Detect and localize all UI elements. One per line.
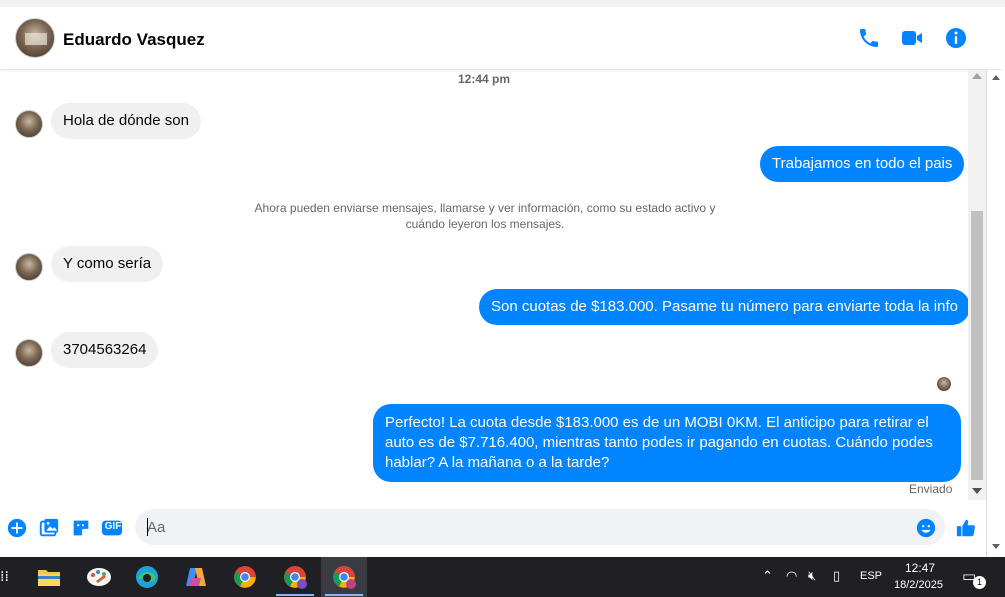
like-icon[interactable] (955, 517, 977, 539)
scroll-down-arrow-icon[interactable] (992, 544, 1000, 549)
delivery-status: Enviado (909, 482, 953, 496)
incoming-message[interactable]: 3704563264 (51, 332, 159, 368)
scroll-up-arrow-icon[interactable] (992, 75, 1000, 80)
system-notice: Ahora pueden enviarse mensajes, llamarse… (254, 201, 716, 231)
edge-icon[interactable] (124, 557, 170, 597)
avatar[interactable] (15, 110, 43, 138)
scroll-thumb[interactable] (971, 211, 983, 480)
message-input[interactable] (135, 509, 945, 545)
chat-scrollbar[interactable] (968, 70, 986, 500)
phone-icon[interactable] (857, 26, 881, 50)
timestamp-separator: 12:44 pm (457, 72, 511, 86)
photo-icon[interactable] (38, 517, 60, 539)
outgoing-message[interactable]: Trabajamos en todo el pais (760, 146, 965, 182)
chrome-icon[interactable] (222, 557, 268, 597)
paint-icon[interactable] (76, 557, 122, 597)
gif-label: GIF (104, 521, 122, 532)
window-top-strip (0, 0, 1005, 7)
outgoing-message[interactable]: Perfecto! La cuota desde $183.000 es de … (373, 404, 961, 482)
clock-time[interactable]: 12:47 (905, 561, 935, 575)
outgoing-message[interactable]: Son cuotas de $183.000. Pasame tu número… (479, 289, 968, 325)
scroll-down-arrow-icon[interactable] (972, 488, 982, 494)
chrome-profile-active-icon[interactable] (321, 557, 367, 597)
text-caret (147, 518, 148, 536)
volume-muted-icon[interactable]: 🔇︎ (808, 569, 816, 584)
incoming-message[interactable]: Y como sería (51, 246, 164, 282)
add-icon[interactable] (6, 517, 28, 539)
scroll-up-arrow-icon[interactable] (972, 73, 982, 79)
notification-badge: 1 (973, 576, 986, 589)
contact-name[interactable]: Eduardo Vasquez (63, 30, 205, 50)
chrome-profile-icon[interactable] (272, 557, 318, 597)
info-icon[interactable] (944, 26, 968, 50)
page-scrollbar[interactable] (986, 70, 1005, 557)
emoji-icon[interactable] (915, 517, 937, 539)
wifi-icon[interactable]: ◠ (786, 569, 797, 584)
avatar[interactable] (15, 339, 43, 367)
task-view-icon[interactable]: ⁞⁞ (0, 569, 9, 585)
sticker-icon[interactable] (70, 517, 92, 539)
language-indicator[interactable]: ESP (860, 570, 882, 582)
copilot-icon[interactable] (173, 557, 219, 597)
chat-header: Eduardo Vasquez (0, 7, 1002, 70)
incoming-message[interactable]: Hola de dónde son (51, 103, 201, 139)
chevron-up-icon[interactable]: ⌃ (762, 569, 773, 584)
gif-icon[interactable]: GIF (101, 517, 123, 539)
message-thread[interactable]: 12:44 pm Hola de dónde son Trabajamos en… (0, 70, 968, 500)
video-call-icon[interactable] (900, 26, 924, 50)
windows-taskbar: ⁞⁞ ⌃ ◠ 🔇︎ ▯ ESP 12:47 18/2/2025 ▭ 1 (0, 557, 1005, 597)
seen-indicator-avatar (937, 377, 951, 391)
contact-avatar[interactable] (15, 18, 55, 58)
file-explorer-icon[interactable] (26, 557, 72, 597)
clock-date[interactable]: 18/2/2025 (894, 579, 943, 591)
avatar[interactable] (15, 253, 43, 281)
battery-icon[interactable]: ▯ (833, 569, 840, 584)
